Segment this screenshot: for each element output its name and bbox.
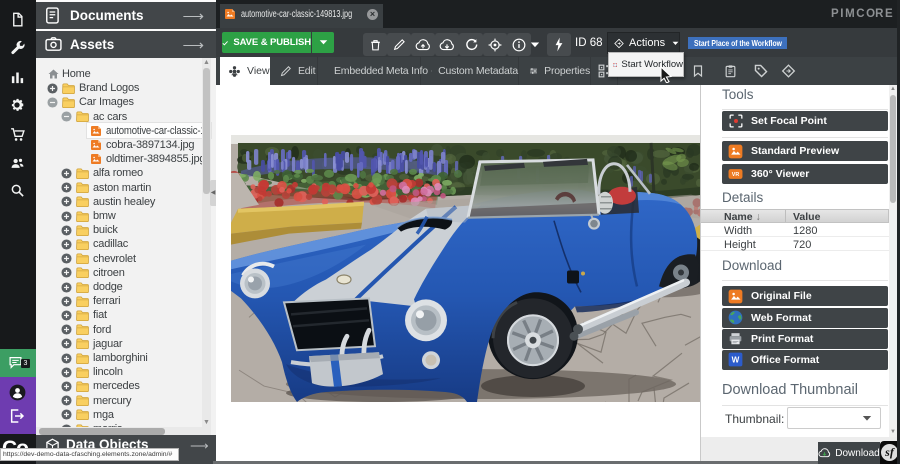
svg-text:VR: VR — [732, 172, 740, 178]
svg-text:W: W — [732, 356, 740, 365]
